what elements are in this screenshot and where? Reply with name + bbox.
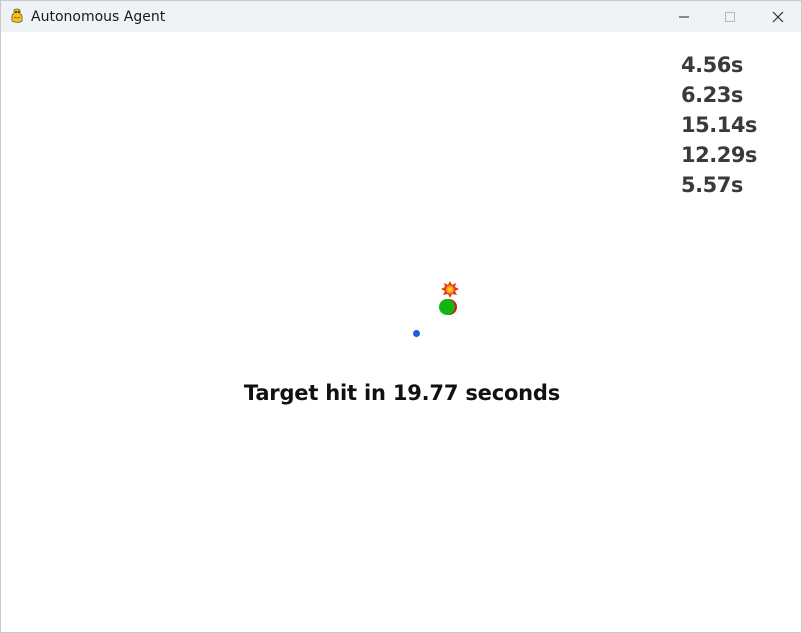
title-bar[interactable]: Autonomous Agent xyxy=(1,1,801,32)
hit-times-list: 4.56s 6.23s 15.14s 12.29s 5.57s xyxy=(681,50,757,200)
maximize-icon xyxy=(725,12,735,22)
game-canvas[interactable]: 4.56s 6.23s 15.14s 12.29s 5.57s Target h… xyxy=(1,32,801,632)
maximize-button[interactable] xyxy=(707,1,753,32)
agent-sprite xyxy=(439,299,457,315)
pygame-snake-icon xyxy=(9,8,25,24)
hit-time-entry: 12.29s xyxy=(681,143,757,167)
hit-time-entry: 4.56s xyxy=(681,53,743,77)
projectile-dot xyxy=(413,330,420,337)
minimize-button[interactable] xyxy=(661,1,707,32)
hit-time-entry: 6.23s xyxy=(681,83,743,107)
window-title: Autonomous Agent xyxy=(31,9,166,25)
minimize-icon xyxy=(679,16,689,18)
close-button[interactable] xyxy=(755,1,801,32)
hit-time-entry: 5.57s xyxy=(681,173,743,197)
app-window: Autonomous Agent 4.56s 6.23s 15.14s 12.2… xyxy=(0,0,802,633)
status-message: Target hit in 19.77 seconds xyxy=(243,381,561,405)
close-icon xyxy=(772,11,784,23)
hit-time-entry: 15.14s xyxy=(681,113,757,137)
